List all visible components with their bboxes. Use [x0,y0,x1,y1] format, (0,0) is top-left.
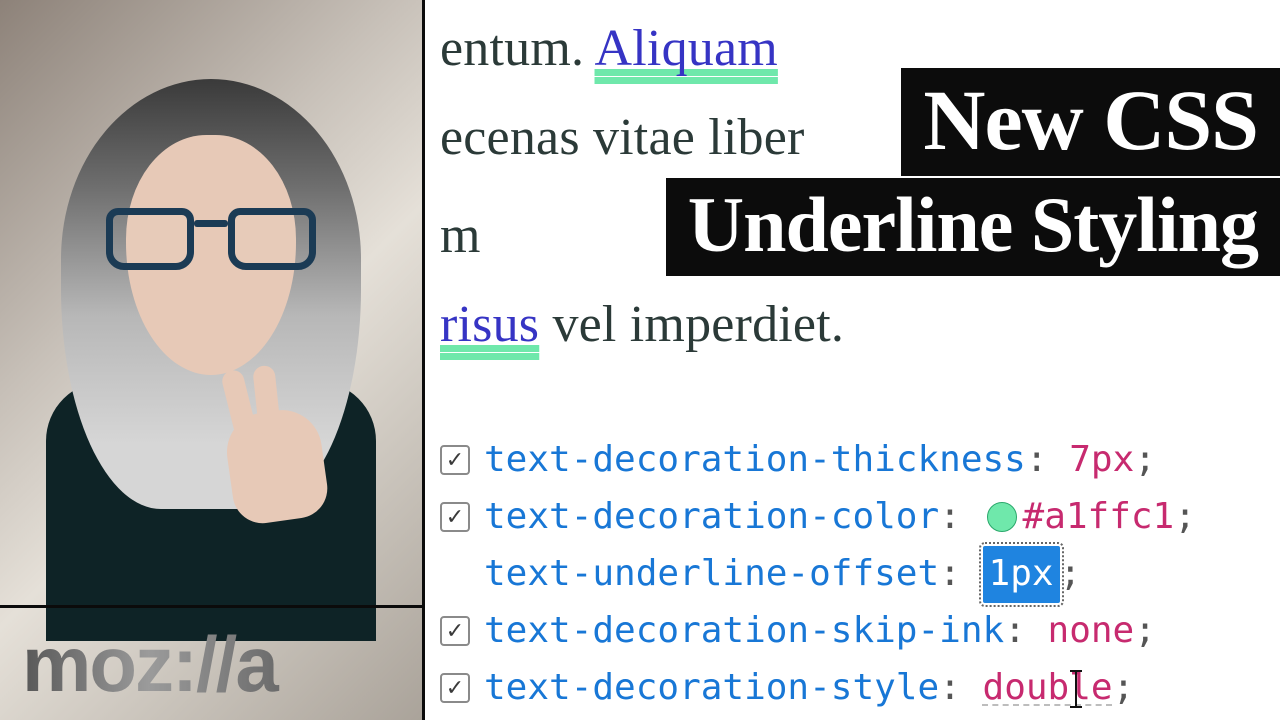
presenter-photo: moz://a [0,0,425,720]
css-rule: ✓ text-decoration-thickness: 7px; [440,432,1280,489]
demo-link-risus[interactable]: risus [440,296,539,353]
css-prop: text-decoration-style [484,667,939,708]
glasses-icon [106,208,316,272]
css-prop: text-underline-offset [484,553,939,594]
rule-checkbox[interactable]: ✓ [440,673,470,703]
css-prop: text-decoration-color [484,496,939,537]
css-value[interactable]: #a1ffc1 [1023,496,1175,537]
title-overlay: New CSS Underline Styling [666,68,1280,276]
rule-checkbox[interactable]: ✓ [440,616,470,646]
demo-text-frag: entum. [440,20,595,77]
css-prop: text-decoration-thickness [484,439,1026,480]
title-line-1: New CSS [901,68,1280,176]
thumbnail-stage: moz://a entum. Aliquam ecenas vitae libe… [0,0,1280,720]
css-rule: ✓ text-decoration-color: #a1ffc1; [440,489,1280,546]
rule-checkbox[interactable]: ✓ [440,445,470,475]
title-line-2: Underline Styling [666,178,1280,276]
rule-checkbox[interactable]: ✓ [440,502,470,532]
text-caret-icon [1068,669,1069,707]
css-value-selected[interactable]: 1px [983,546,1060,603]
css-rule: text-underline-offset: 1px; [440,546,1280,603]
mozilla-logo-text: moz://a [22,619,277,710]
person-silhouette [31,51,391,611]
css-value[interactable]: 7px [1069,439,1134,480]
rule-checkbox[interactable] [440,559,470,589]
mozilla-logo: moz://a [0,605,425,720]
css-rule: ✓ text-decoration-skip-ink: none; [440,603,1280,660]
css-value[interactable]: double [983,667,1113,708]
css-rule: ✓ text-decoration-style: double; [440,660,1280,717]
css-value[interactable]: none [1048,610,1135,651]
css-rule-list: ✓ text-decoration-thickness: 7px; ✓ text… [440,432,1280,716]
css-prop: text-decoration-skip-ink [484,610,1004,651]
color-swatch-icon[interactable] [987,502,1017,532]
demo-text-frag: vel imperdiet. [539,296,844,353]
content-panel: entum. Aliquam ecenas vitae liber m risu… [428,0,1280,720]
